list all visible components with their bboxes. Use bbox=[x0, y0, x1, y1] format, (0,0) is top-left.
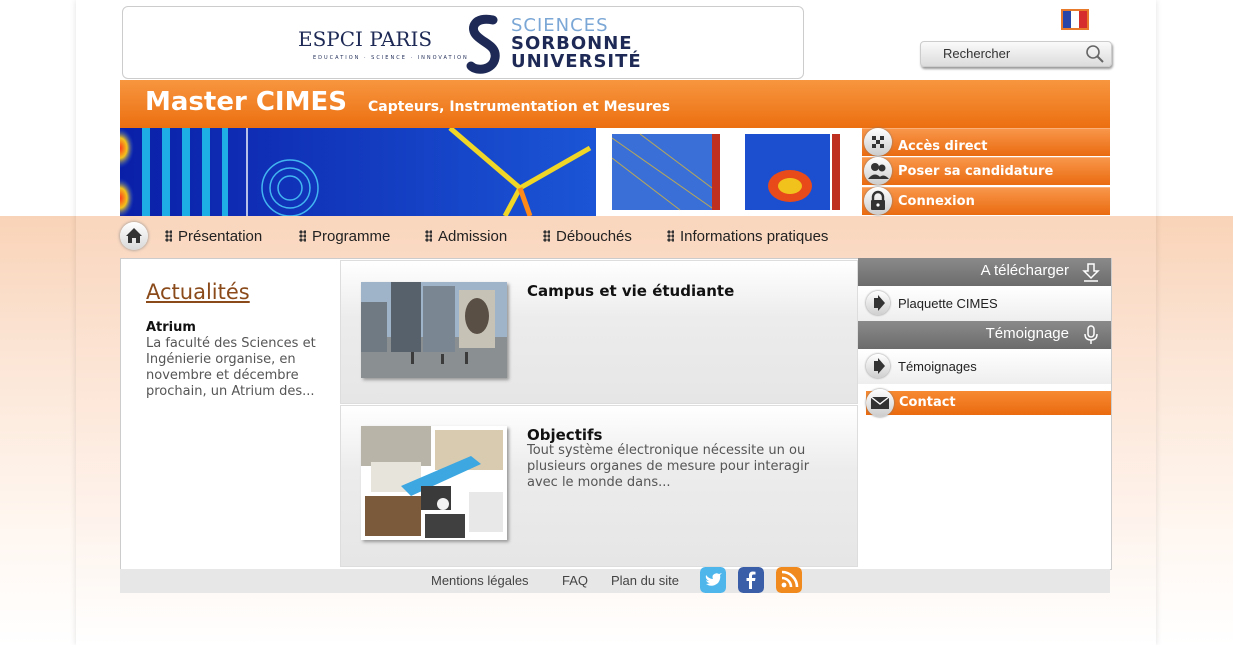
lock-icon bbox=[864, 187, 892, 215]
testimony-link[interactable]: Témoignages bbox=[858, 350, 1111, 384]
download-header-label: A télécharger bbox=[980, 262, 1069, 279]
twitter-icon[interactable] bbox=[700, 567, 726, 593]
site-title[interactable]: Master CIMES bbox=[145, 87, 347, 117]
arrow-right-icon bbox=[866, 291, 890, 315]
nav-item-presentation[interactable]: Présentation bbox=[165, 228, 262, 245]
contact-button[interactable]: Contact bbox=[866, 389, 1111, 417]
french-flag-icon[interactable] bbox=[1061, 9, 1089, 30]
quick-link-label: Poser sa candidature bbox=[898, 164, 1054, 179]
nav-item-programme[interactable]: Programme bbox=[299, 228, 390, 245]
card-title[interactable]: Objectifs bbox=[527, 426, 602, 444]
rss-icon[interactable] bbox=[776, 567, 802, 593]
bullet-icon bbox=[543, 230, 550, 242]
testimony-header-label: Témoignage bbox=[985, 325, 1069, 342]
su-line-3: UNIVERSITÉ bbox=[511, 51, 642, 72]
site-subtitle: Capteurs, Instrumentation et Mesures bbox=[368, 99, 671, 115]
card-campus[interactable]: Campus et vie étudiante bbox=[340, 260, 858, 404]
grid-icon bbox=[864, 128, 892, 156]
microphone-icon bbox=[1084, 325, 1098, 344]
news-item-text: La faculté des Sciences et Ingénierie or… bbox=[146, 336, 316, 399]
bullet-icon bbox=[299, 230, 306, 242]
sorbonne-logo-text: SCIENCES SORBONNE UNIVERSITÉ bbox=[511, 17, 642, 71]
nav-item-label: Présentation bbox=[178, 228, 263, 245]
contact-label: Contact bbox=[899, 395, 956, 410]
arrow-right-icon bbox=[866, 354, 890, 378]
objectifs-collage-image[interactable] bbox=[361, 426, 507, 540]
espci-logo-text: ESPCI PARIS bbox=[298, 27, 433, 51]
bullet-icon bbox=[425, 230, 432, 242]
banner-image bbox=[120, 128, 857, 216]
nav-item-label: Programme bbox=[312, 228, 391, 245]
bullet-icon bbox=[165, 230, 172, 242]
footer-link-mentions-legales[interactable]: Mentions légales bbox=[431, 573, 529, 588]
card-text: Tout système électronique nécessite un o… bbox=[527, 443, 810, 490]
sorbonne-logo-icon bbox=[466, 14, 500, 74]
quick-link-label: Accès direct bbox=[898, 139, 988, 154]
campus-photo[interactable] bbox=[361, 282, 507, 378]
nav-item-label: Informations pratiques bbox=[680, 228, 829, 245]
card-objectifs[interactable]: Objectifs Tout système électronique néce… bbox=[340, 405, 858, 567]
users-icon bbox=[864, 157, 892, 185]
bullet-icon bbox=[667, 230, 674, 242]
search-icon[interactable] bbox=[1085, 44, 1105, 64]
quick-link-login[interactable]: Connexion bbox=[862, 187, 1110, 215]
download-link-label: Plaquette CIMES bbox=[898, 296, 998, 311]
quick-link-direct-access[interactable]: Accès direct bbox=[862, 128, 1110, 156]
espci-logo: ESPCI PARIS bbox=[298, 27, 432, 51]
logo-banner[interactable]: ESPCI PARIS EDUCATION · SCIENCE · INNOVA… bbox=[122, 6, 804, 79]
download-icon bbox=[1082, 263, 1100, 282]
download-section-header: A télécharger bbox=[858, 258, 1111, 286]
espci-tagline: EDUCATION · SCIENCE · INNOVATION bbox=[313, 55, 469, 61]
mail-icon bbox=[866, 389, 894, 417]
search-box[interactable] bbox=[920, 41, 1112, 67]
footer-link-plan-du-site[interactable]: Plan du site bbox=[611, 573, 679, 588]
nav-item-label: Admission bbox=[438, 228, 508, 245]
footer: Mentions légales FAQ Plan du site bbox=[120, 567, 1110, 593]
search-input[interactable] bbox=[941, 45, 1085, 62]
testimony-section-header: Témoignage bbox=[858, 321, 1111, 349]
site-header-bar: Master CIMES Capteurs, Instrumentation e… bbox=[120, 80, 1110, 128]
news-section-title[interactable]: Actualités bbox=[146, 280, 250, 304]
quick-link-label: Connexion bbox=[898, 194, 975, 209]
quick-link-apply[interactable]: Poser sa candidature bbox=[862, 157, 1110, 185]
home-icon[interactable] bbox=[120, 222, 148, 250]
card-title[interactable]: Campus et vie étudiante bbox=[527, 282, 734, 300]
testimony-link-label: Témoignages bbox=[898, 359, 977, 374]
nav-item-admission[interactable]: Admission bbox=[425, 228, 507, 245]
nav-item-informations-pratiques[interactable]: Informations pratiques bbox=[667, 228, 828, 245]
download-link-plaquette[interactable]: Plaquette CIMES bbox=[858, 287, 1111, 321]
nav-item-debouches[interactable]: Débouchés bbox=[543, 228, 632, 245]
news-item-title[interactable]: Atrium bbox=[146, 320, 196, 335]
nav-item-label: Débouchés bbox=[556, 228, 632, 245]
facebook-icon[interactable] bbox=[738, 567, 764, 593]
footer-link-faq[interactable]: FAQ bbox=[562, 573, 588, 588]
